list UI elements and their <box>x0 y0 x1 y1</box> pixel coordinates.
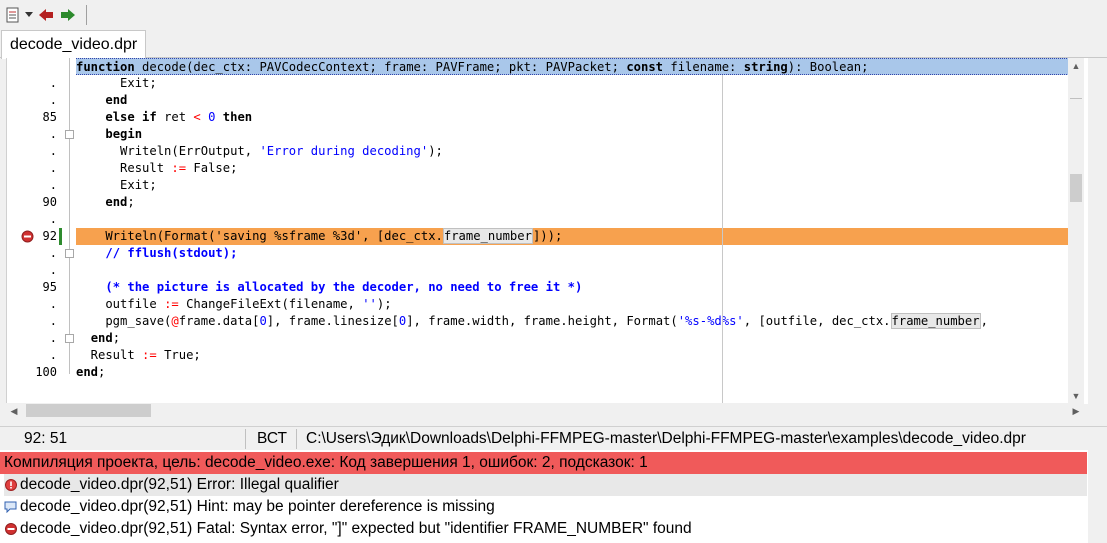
toolbar <box>0 0 1107 30</box>
insert-mode: ВСТ <box>257 430 287 447</box>
gutter-line: . <box>49 314 57 328</box>
code-line: Writeln(ErrOutput, 'Error during decodin… <box>76 144 443 158</box>
status-bar: 92: 51 ВСТ C:\Users\Эдик\Downloads\Delph… <box>0 426 1107 450</box>
code-line: function decode(dec_ctx: PAVCodecContext… <box>76 58 1069 75</box>
message-text: decode_video.dpr(92,51) Error: Illegal q… <box>20 476 339 493</box>
code-line: begin <box>105 127 143 141</box>
gutter-line: . <box>49 348 57 362</box>
fold-toggle-icon[interactable] <box>65 334 74 343</box>
message-item[interactable]: decode_video.dpr(92,51) Error: Illegal q… <box>4 474 1087 496</box>
message-item[interactable]: decode_video.dpr(92,51) Hint: may be poi… <box>4 496 495 518</box>
scroll-marker <box>1070 98 1082 99</box>
code-line: Result := True; <box>76 348 201 362</box>
forward-arrow-icon[interactable] <box>58 4 78 26</box>
code-editor[interactable]: . . 85 . . . . 90 . 92 . . 95 . . . . 10… <box>6 58 1088 404</box>
fold-column <box>63 58 75 404</box>
gutter-line: . <box>49 263 57 277</box>
modified-line-marker <box>59 228 62 245</box>
gutter-line: . <box>49 93 57 107</box>
code-area[interactable]: function decode(dec_ctx: PAVCodecContext… <box>76 58 1069 404</box>
code-line: Result := False; <box>76 161 238 175</box>
code-line: // fflush(stdout); <box>105 246 238 260</box>
hint-icon <box>4 501 17 514</box>
gutter-line: . <box>49 161 57 175</box>
gutter-line: . <box>49 144 57 158</box>
messages-scrollbar[interactable] <box>1088 450 1107 543</box>
fold-toggle-icon[interactable] <box>65 130 74 139</box>
back-arrow-icon[interactable] <box>36 4 56 26</box>
scroll-up-icon[interactable]: ▲ <box>1068 58 1084 74</box>
scroll-left-icon[interactable]: ◀ <box>6 403 22 419</box>
right-margin-line <box>722 75 723 404</box>
vertical-scrollbar[interactable]: ▲ ▼ <box>1068 58 1084 404</box>
code-line-error: Writeln(Format('saving %sframe %3d', [de… <box>76 228 1069 245</box>
gutter-line: 95 <box>42 280 57 294</box>
message-item[interactable]: decode_video.dpr(92,51) Fatal: Syntax er… <box>4 518 692 540</box>
code-line: end; <box>90 331 121 345</box>
cursor-position: 92: 51 <box>24 430 68 447</box>
gutter-line: 100 <box>35 365 57 379</box>
gutter-line: . <box>49 331 57 345</box>
gutter-line: 85 <box>42 110 57 124</box>
scroll-down-icon[interactable]: ▼ <box>1068 388 1084 404</box>
fatal-icon <box>4 523 17 536</box>
file-path: C:\Users\Эдик\Downloads\Delphi-FFMPEG-ma… <box>306 430 1026 447</box>
message-text: decode_video.dpr(92,51) Fatal: Syntax er… <box>20 520 692 537</box>
code-line: end; <box>105 195 135 209</box>
code-line: pgm_save(@frame.data[0], frame.linesize[… <box>76 313 988 329</box>
fold-guide <box>69 58 70 374</box>
fold-toggle-icon[interactable] <box>65 249 74 258</box>
compile-summary[interactable]: Компиляция проекта, цель: decode_video.e… <box>0 452 1087 474</box>
dropdown-icon[interactable] <box>24 4 34 26</box>
tab-decode-video[interactable]: decode_video.dpr <box>1 30 147 59</box>
message-text: decode_video.dpr(92,51) Hint: may be poi… <box>20 498 495 515</box>
document-list-icon[interactable] <box>4 4 22 26</box>
breakpoint-error-icon[interactable] <box>21 230 34 243</box>
status-separator <box>245 429 246 449</box>
scroll-right-icon[interactable]: ▶ <box>1068 403 1084 419</box>
toolbar-separator <box>86 5 87 25</box>
gutter-line: . <box>49 178 57 192</box>
scroll-thumb[interactable] <box>1070 174 1082 202</box>
code-line: end; <box>76 365 106 379</box>
messages-panel: Компиляция проекта, цель: decode_video.e… <box>0 450 1107 543</box>
status-separator <box>296 429 297 449</box>
code-line: outfile := ChangeFileExt(filename, ''); <box>76 297 392 311</box>
code-line: else if ret < 0 then <box>105 110 253 124</box>
scroll-thumb[interactable] <box>26 404 151 417</box>
tab-bar: decode_video.dpr <box>0 30 1107 59</box>
gutter-line: . <box>49 212 57 226</box>
code-line: end <box>105 93 128 107</box>
gutter-line: 90 <box>42 195 57 209</box>
gutter-line: . <box>49 297 57 311</box>
gutter-line: . <box>49 127 57 141</box>
code-line: (* the picture is allocated by the decod… <box>105 280 583 294</box>
code-line: Exit; <box>76 178 157 192</box>
horizontal-scrollbar[interactable]: ◀ ▶ <box>6 403 1079 419</box>
error-icon <box>4 479 17 492</box>
gutter-line: . <box>49 76 57 90</box>
code-line: Exit; <box>76 76 157 90</box>
gutter-line: . <box>49 246 57 260</box>
